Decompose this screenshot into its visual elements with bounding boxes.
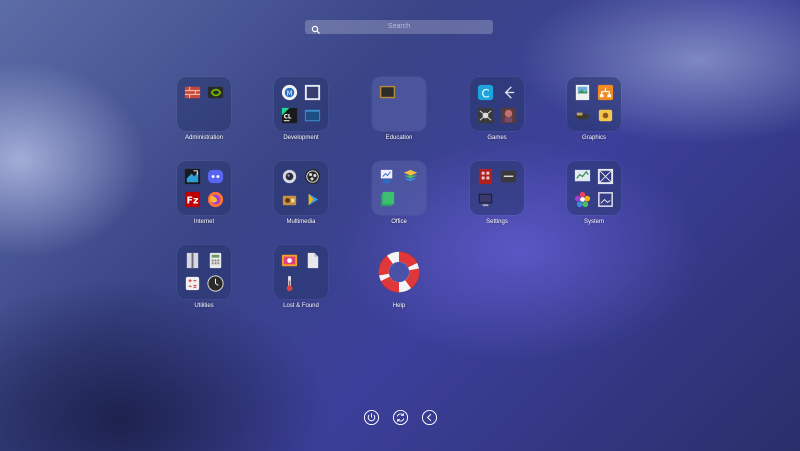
display-icon [475, 190, 496, 211]
app-label: Multimedia [286, 219, 316, 225]
folder-icon [470, 161, 524, 215]
document-icon [303, 250, 324, 271]
folder-icon [372, 161, 426, 215]
folder-settings[interactable]: Settings [448, 161, 546, 241]
app-label: Lost & Found [283, 303, 319, 309]
folder-icon: M CL [274, 77, 328, 131]
nvidia-icon [206, 82, 227, 103]
scanner-icon [572, 106, 593, 127]
kcalc-icon [182, 274, 203, 295]
lifebuoy-icon [372, 245, 426, 299]
folder-icon [177, 245, 231, 299]
folder-system[interactable]: System [545, 161, 643, 241]
blackboard-icon [377, 82, 398, 103]
folder-icon: C [470, 77, 524, 131]
folder-icon [372, 77, 426, 131]
app-label: Games [487, 135, 507, 141]
app-label: Utilities [194, 303, 214, 309]
media-player-icon [303, 190, 324, 211]
power-icon[interactable] [362, 408, 380, 426]
notes-icon [377, 190, 398, 211]
kdevelop-icon: M [279, 82, 300, 103]
character-game-icon [499, 106, 520, 127]
session-actions [362, 408, 438, 426]
svg-text:CL: CL [283, 115, 291, 121]
svg-text:M: M [286, 89, 292, 97]
folder-education[interactable]: Education [350, 77, 448, 157]
search-input[interactable]: Search [305, 20, 493, 34]
arrow-game-icon [499, 82, 520, 103]
frame-select-icon [596, 166, 617, 187]
diagram-icon [596, 82, 617, 103]
obs-icon [303, 166, 324, 187]
thermometer-icon [279, 274, 300, 295]
app-label: System [583, 219, 604, 225]
app-label: Internet [193, 219, 215, 225]
search-icon [311, 22, 321, 35]
image-viewer-icon [572, 82, 593, 103]
folder-icon: Fz [177, 161, 231, 215]
calculator-icon [206, 250, 227, 271]
firefox-icon [206, 190, 227, 211]
folder-multimedia[interactable]: Multimedia [252, 161, 350, 241]
game-c-icon: C [475, 82, 496, 103]
terminal-icon [303, 106, 324, 127]
frame-icon [303, 82, 324, 103]
clion-icon: CL [279, 106, 300, 127]
folder-icon [567, 161, 621, 215]
folder-icon [177, 77, 231, 131]
remote-desktop-icon [182, 166, 203, 187]
app-label: Education [385, 135, 413, 141]
monitor-icon [572, 166, 593, 187]
photo-icon [596, 106, 617, 127]
image-frame-icon [596, 190, 617, 211]
system-settings-icon [499, 166, 520, 187]
back-icon[interactable] [420, 408, 438, 426]
app-label: Office [391, 219, 407, 225]
folder-icon [274, 161, 328, 215]
folder-development[interactable]: M CL Development [252, 77, 350, 157]
filezilla-icon: Fz [182, 190, 203, 211]
folder-lost-and-found[interactable]: Lost & Found [252, 245, 350, 325]
folder-administration[interactable]: Administration [155, 77, 253, 157]
discord-icon [206, 166, 227, 187]
clock-icon [206, 274, 227, 295]
folder-internet[interactable]: Fz Internet [155, 161, 253, 241]
search-bar[interactable]: Search [305, 20, 493, 35]
folder-icon [567, 77, 621, 131]
app-label: Settings [486, 219, 508, 225]
folder-games[interactable]: C Games [448, 77, 546, 157]
firewall-icon [182, 82, 203, 103]
folder-utilities[interactable]: Utilities [155, 245, 253, 325]
app-label: Administration [184, 135, 223, 141]
app-label: Graphics [581, 135, 606, 141]
app-label: Help [392, 303, 406, 309]
image-editor-icon [279, 250, 300, 271]
radio-icon [279, 190, 300, 211]
archive-icon [182, 250, 203, 271]
spider-game-icon [475, 106, 496, 127]
app-help[interactable]: Help [350, 245, 448, 325]
hardware-icon [475, 166, 496, 187]
presentation-icon [377, 166, 398, 187]
folder-icon [274, 245, 328, 299]
svg-text:C: C [481, 86, 489, 100]
app-label: Development [283, 135, 319, 141]
folder-office[interactable]: Office [350, 161, 448, 241]
svg-text:Fz: Fz [186, 196, 198, 207]
layers-icon [401, 166, 422, 187]
folder-graphics[interactable]: Graphics [545, 77, 643, 157]
refresh-icon[interactable] [391, 408, 409, 426]
webcam-icon [279, 166, 300, 187]
flower-icon [572, 190, 593, 211]
